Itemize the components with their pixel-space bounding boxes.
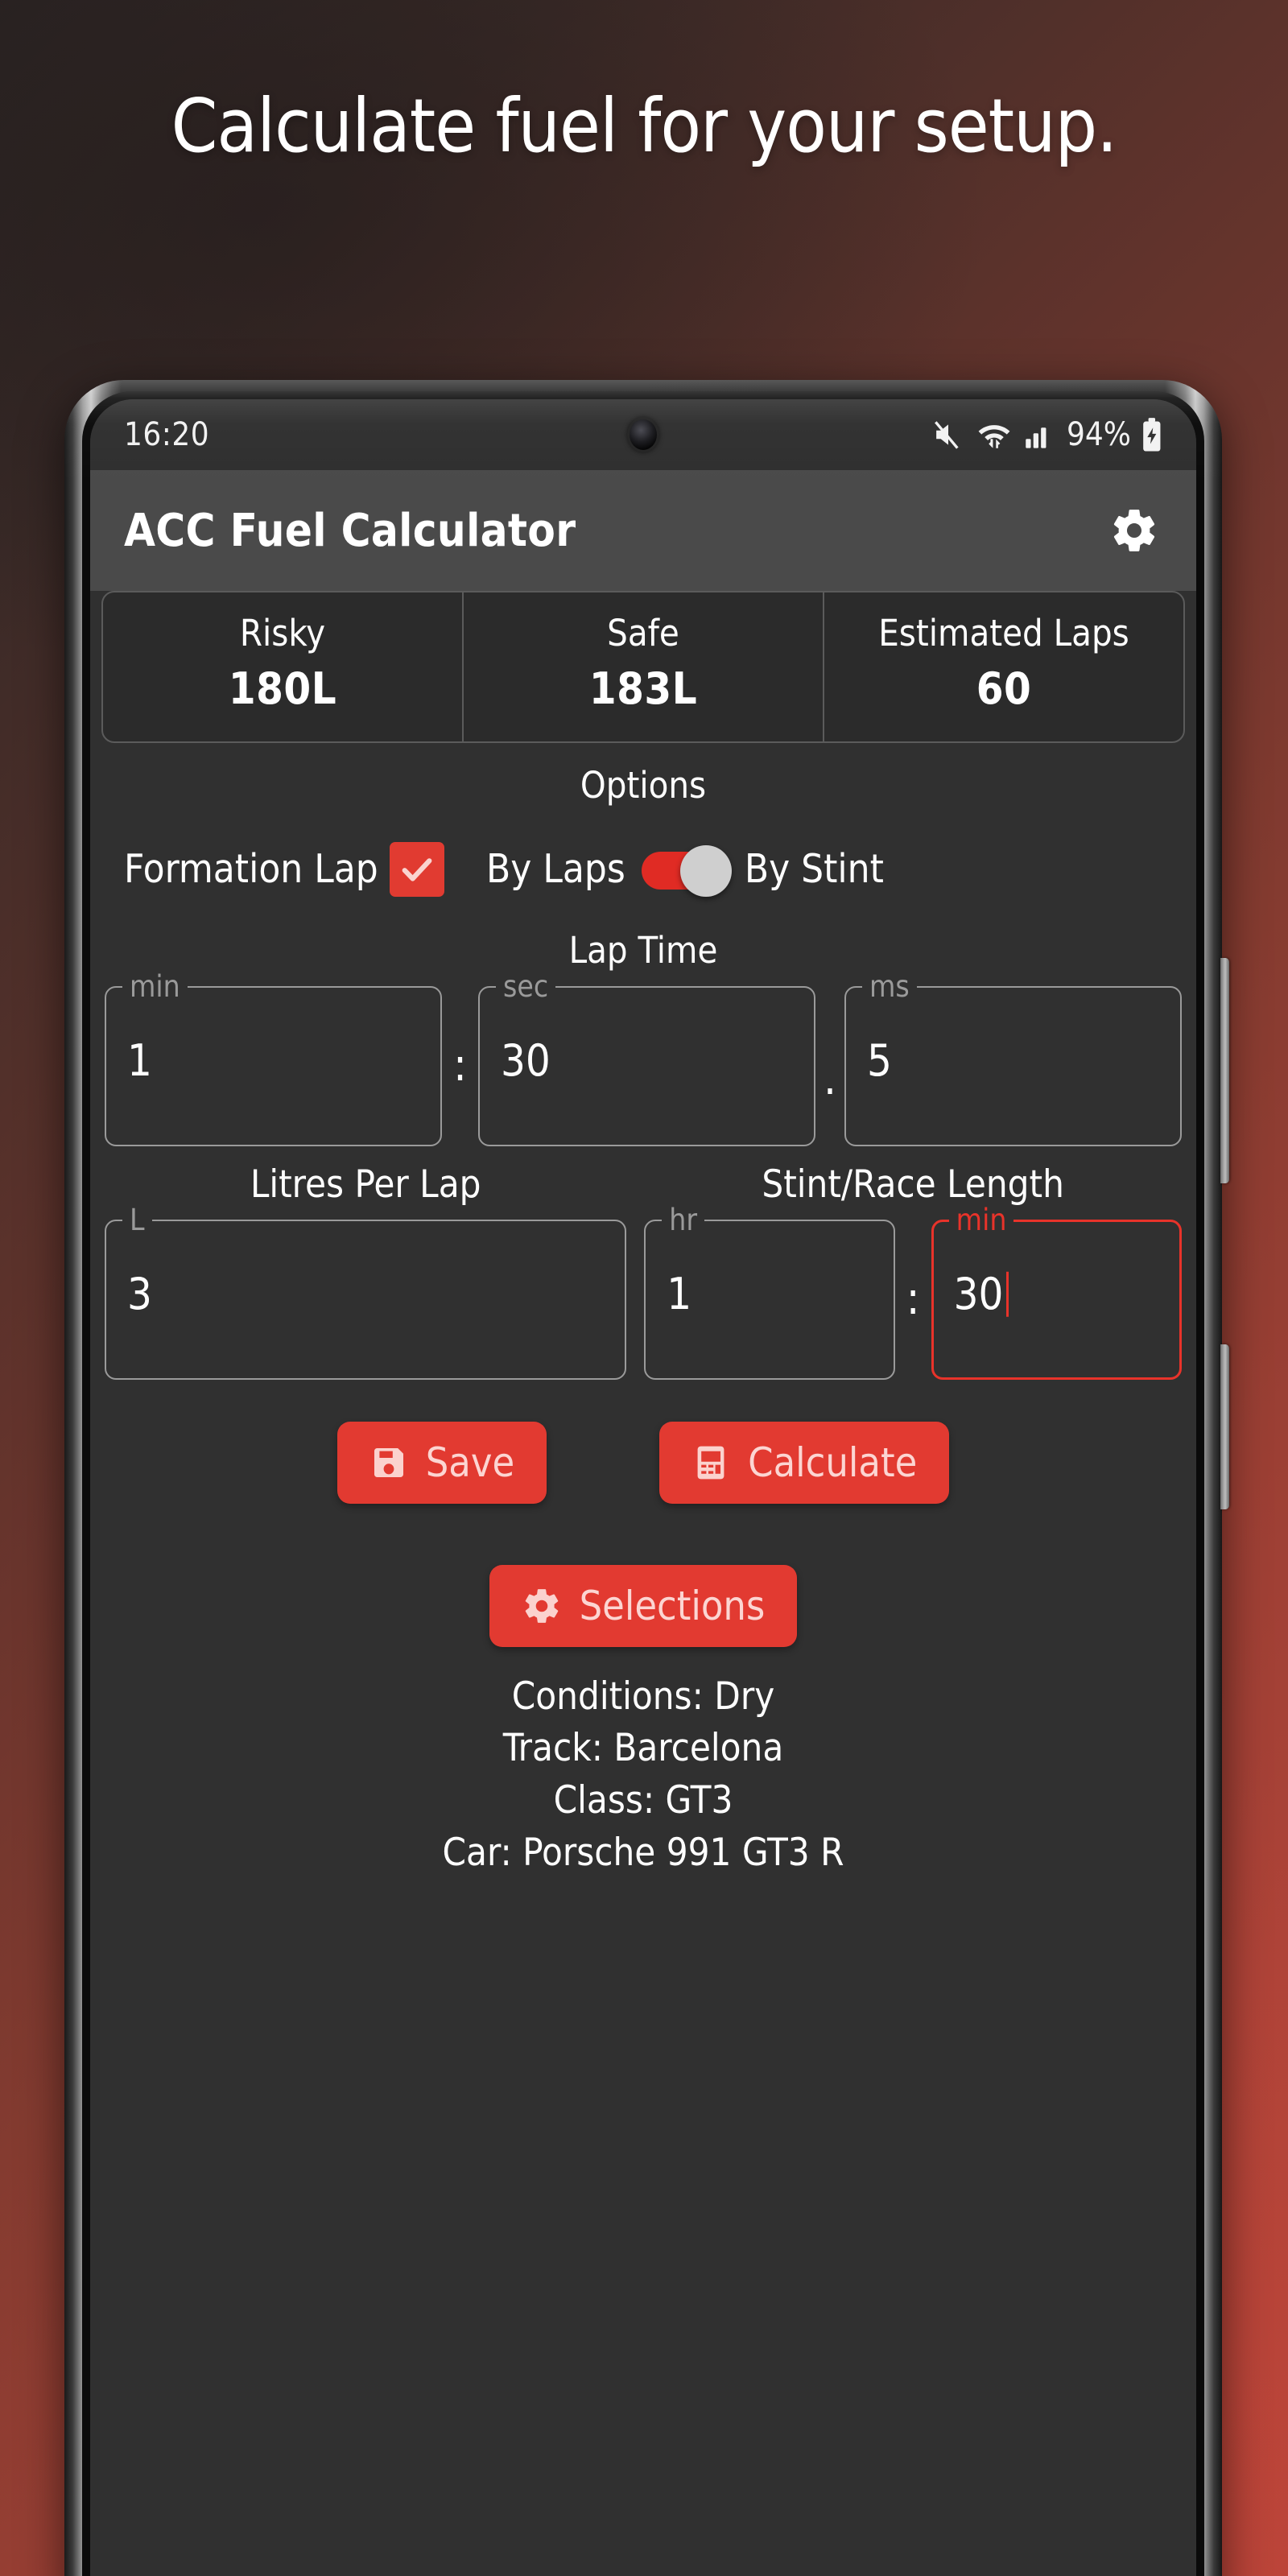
gear-icon	[522, 1586, 562, 1626]
field-value: 3	[127, 1268, 152, 1319]
stint-race-length-min-field[interactable]: min 30	[931, 1203, 1183, 1380]
app-title: ACC Fuel Calculator	[124, 504, 576, 557]
settings-button[interactable]	[1106, 502, 1162, 559]
stat-value: 180L	[228, 663, 337, 714]
wifi-icon	[976, 418, 1013, 452]
field-outline	[844, 985, 1182, 1146]
selection-track: Track: Barcelona	[502, 1726, 784, 1771]
app-content: Risky 180L Safe 183L Estimated Laps 60 O…	[90, 591, 1196, 2201]
decimal-separator-dot: .	[823, 1053, 836, 1105]
power-button[interactable]	[1220, 1344, 1229, 1509]
field-label-notch: min	[122, 969, 188, 1004]
field-value: 1	[667, 1268, 692, 1319]
litres-per-lap-field[interactable]: L 3	[105, 1203, 627, 1380]
stat-label: Safe	[607, 612, 679, 654]
field-label-notch: sec	[495, 969, 556, 1004]
selections-summary: Conditions: Dry Track: Barcelona Class: …	[90, 1671, 1196, 1880]
app-bar: ACC Fuel Calculator	[90, 470, 1196, 591]
stat-card-risky: Risky 180L	[103, 592, 464, 741]
time-separator-colon: :	[453, 1039, 467, 1092]
calculate-button-label: Calculate	[748, 1439, 918, 1486]
field-label: sec	[502, 969, 549, 1004]
stat-card-estimated-laps: Estimated Laps 60	[824, 592, 1183, 741]
stint-race-length-title: Stint/Race Length	[762, 1162, 1064, 1207]
field-outline	[105, 985, 442, 1146]
selection-class: Class: GT3	[553, 1778, 733, 1823]
stats-row: Risky 180L Safe 183L Estimated Laps 60	[101, 591, 1185, 743]
stint-race-length-fields: hr 1 : min 30	[644, 1203, 1183, 1380]
battery-percent-label: 94%	[1067, 416, 1131, 453]
field-value: 30	[500, 1034, 551, 1086]
second-field-row: Litres Per Lap L 3 Stint/Race Length hr …	[90, 1162, 1196, 1380]
front-camera-punch-hole	[630, 419, 657, 450]
field-label: L	[130, 1203, 145, 1237]
field-label: ms	[869, 969, 910, 1004]
by-stint-label[interactable]: By Stint	[745, 846, 884, 892]
calculator-icon	[691, 1443, 730, 1482]
formation-lap-checkbox[interactable]	[390, 841, 444, 897]
field-label-notch: min	[948, 1203, 1014, 1237]
calculate-button[interactable]: Calculate	[659, 1421, 950, 1504]
selections-button-row: Selections	[90, 1564, 1196, 1647]
lap-time-ms-field[interactable]: ms 5	[844, 969, 1182, 1146]
battery-charging-icon	[1141, 417, 1162, 452]
gear-icon	[1109, 506, 1159, 555]
field-outline	[105, 1219, 627, 1380]
field-label: hr	[669, 1203, 698, 1237]
litres-per-lap-fields: L 3	[105, 1203, 627, 1380]
lap-time-title: Lap Time	[568, 928, 718, 972]
stat-card-safe: Safe 183L	[464, 592, 824, 741]
phone-screen: 16:20 94% ACC Fuel Calculator Risky 180L…	[90, 399, 1196, 2576]
time-separator-colon: :	[906, 1273, 920, 1325]
save-button-label: Save	[425, 1439, 515, 1486]
lap-time-fields: min 1 : sec 30 . ms 5	[90, 969, 1196, 1146]
field-label-notch: L	[122, 1203, 152, 1237]
litres-per-lap-title: Litres Per Lap	[250, 1162, 481, 1207]
field-label-notch: ms	[861, 969, 917, 1004]
formation-lap-label: Formation Lap	[124, 845, 378, 892]
field-label-notch: hr	[662, 1203, 705, 1237]
lap-time-min-field[interactable]: min 1	[105, 969, 442, 1146]
field-value: 30	[953, 1268, 1004, 1319]
volume-rocker-button[interactable]	[1220, 958, 1229, 1183]
phone-bezel: 16:20 94% ACC Fuel Calculator Risky 180L…	[82, 391, 1204, 2576]
action-button-row: Save Calculate	[90, 1421, 1196, 1504]
toggle-knob[interactable]	[679, 844, 732, 897]
status-time: 16:20	[124, 416, 210, 453]
selection-car: Car: Porsche 991 GT3 R	[442, 1831, 844, 1876]
mode-toggle-switch[interactable]	[641, 844, 732, 897]
selections-button-label: Selections	[579, 1582, 766, 1629]
selection-conditions: Conditions: Dry	[511, 1674, 775, 1719]
field-label: min	[956, 1203, 1007, 1237]
text-cursor	[1006, 1271, 1009, 1317]
mute-icon	[931, 418, 965, 452]
page-title: Calculate fuel for your setup.	[171, 83, 1118, 169]
stat-value: 183L	[588, 663, 698, 714]
options-section-title: Options	[580, 763, 707, 807]
check-icon	[398, 851, 436, 888]
signal-icon	[1023, 418, 1054, 452]
field-label: min	[130, 969, 180, 1004]
selections-button[interactable]: Selections	[489, 1564, 798, 1647]
stint-race-length-hr-field[interactable]: hr 1	[644, 1203, 895, 1380]
litres-per-lap-group: Litres Per Lap L 3	[105, 1162, 627, 1380]
status-bar: 16:20 94%	[90, 399, 1196, 470]
save-button[interactable]: Save	[336, 1421, 547, 1504]
field-value: 1	[127, 1034, 152, 1086]
options-row: Formation Lap By Laps By Stint	[90, 841, 1196, 897]
phone-mockup: 16:20 94% ACC Fuel Calculator Risky 180L…	[64, 380, 1229, 2576]
lap-time-sec-field[interactable]: sec 30	[477, 969, 815, 1146]
status-icons: 94%	[931, 416, 1162, 453]
by-laps-label[interactable]: By Laps	[486, 846, 625, 892]
save-icon	[369, 1443, 408, 1482]
stat-value: 60	[976, 663, 1032, 714]
stint-race-length-group: Stint/Race Length hr 1 : min 30	[644, 1162, 1183, 1380]
stat-label: Risky	[239, 612, 326, 654]
field-value: 5	[866, 1034, 892, 1086]
stat-label: Estimated Laps	[878, 612, 1129, 654]
field-value-wrapper: 30	[954, 1269, 1009, 1319]
